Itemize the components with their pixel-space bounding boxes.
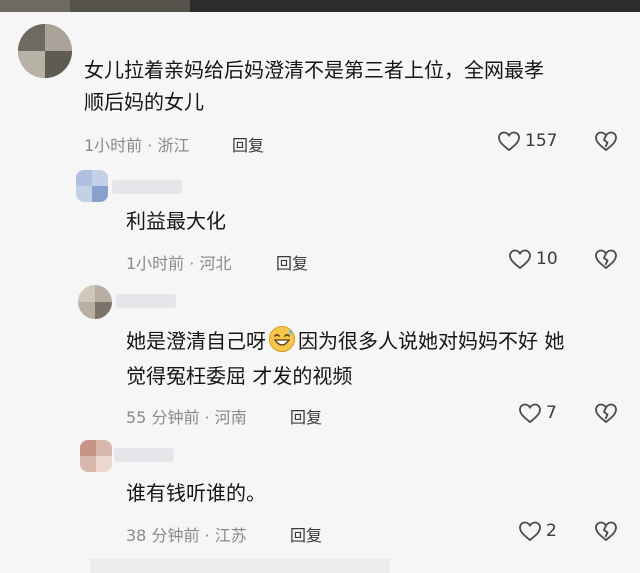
comment-meta: 1小时前 · 河北	[126, 254, 232, 273]
comment-text: 谁有钱听谁的。	[126, 481, 266, 505]
comment-text-part: 她是澄清自己呀	[126, 329, 266, 353]
like-count: 157	[525, 131, 558, 151]
broken-heart-icon	[595, 249, 617, 270]
comment-meta: 38 分钟前 · 江苏	[126, 526, 247, 545]
like-count: 2	[546, 521, 557, 541]
like-button[interactable]: 157	[497, 130, 557, 152]
top-strip-left	[0, 0, 70, 12]
dislike-button[interactable]	[594, 248, 618, 274]
username-blurred[interactable]	[112, 180, 182, 194]
comment-text: 利益最大化	[126, 209, 226, 233]
dislike-button[interactable]	[594, 130, 618, 156]
dislike-button[interactable]	[594, 402, 618, 428]
avatar[interactable]	[80, 440, 112, 472]
heart-outline-icon	[519, 521, 541, 542]
broken-heart-icon	[595, 131, 617, 152]
comment-meta: 55 分钟前 · 河南	[126, 408, 247, 427]
comment-text-part: 因为很多人说她对妈妈不好 她	[298, 329, 565, 353]
top-image-strip	[0, 0, 640, 12]
avatar[interactable]	[18, 24, 72, 78]
username-blurred[interactable]	[116, 294, 176, 308]
comment-meta: 1小时前 · 浙江	[84, 136, 190, 155]
username-blurred[interactable]	[114, 448, 174, 462]
reply-button[interactable]: 回复	[290, 522, 322, 546]
like-button[interactable]: 7	[518, 402, 557, 424]
broken-heart-icon	[595, 521, 617, 542]
next-comment-cutoff	[90, 559, 390, 573]
comment-text: 女儿拉着亲妈给后妈澄清不是第三者上位，全网最孝	[84, 58, 544, 82]
like-count: 10	[536, 249, 558, 269]
like-button[interactable]: 10	[508, 248, 558, 270]
broken-heart-icon	[595, 403, 617, 424]
comment-text: 她是澄清自己呀 因为很多人说她对妈妈不好 她	[126, 325, 564, 362]
top-strip-mid	[70, 0, 190, 12]
heart-outline-icon	[509, 249, 531, 270]
like-button[interactable]: 2	[518, 520, 557, 542]
like-count: 7	[546, 403, 557, 423]
reply-button[interactable]: 回复	[290, 404, 322, 428]
grinning-sweat-emoji	[268, 325, 296, 362]
heart-outline-icon	[519, 403, 541, 424]
reply-button[interactable]: 回复	[232, 132, 264, 156]
reply-button[interactable]: 回复	[276, 250, 308, 274]
heart-outline-icon	[498, 131, 520, 152]
avatar[interactable]	[78, 285, 112, 319]
dislike-button[interactable]	[594, 520, 618, 546]
comment-text: 觉得冤枉委屈 才发的视频	[126, 364, 353, 388]
avatar[interactable]	[76, 170, 108, 202]
comment-text: 顺后妈的女儿	[84, 90, 204, 114]
